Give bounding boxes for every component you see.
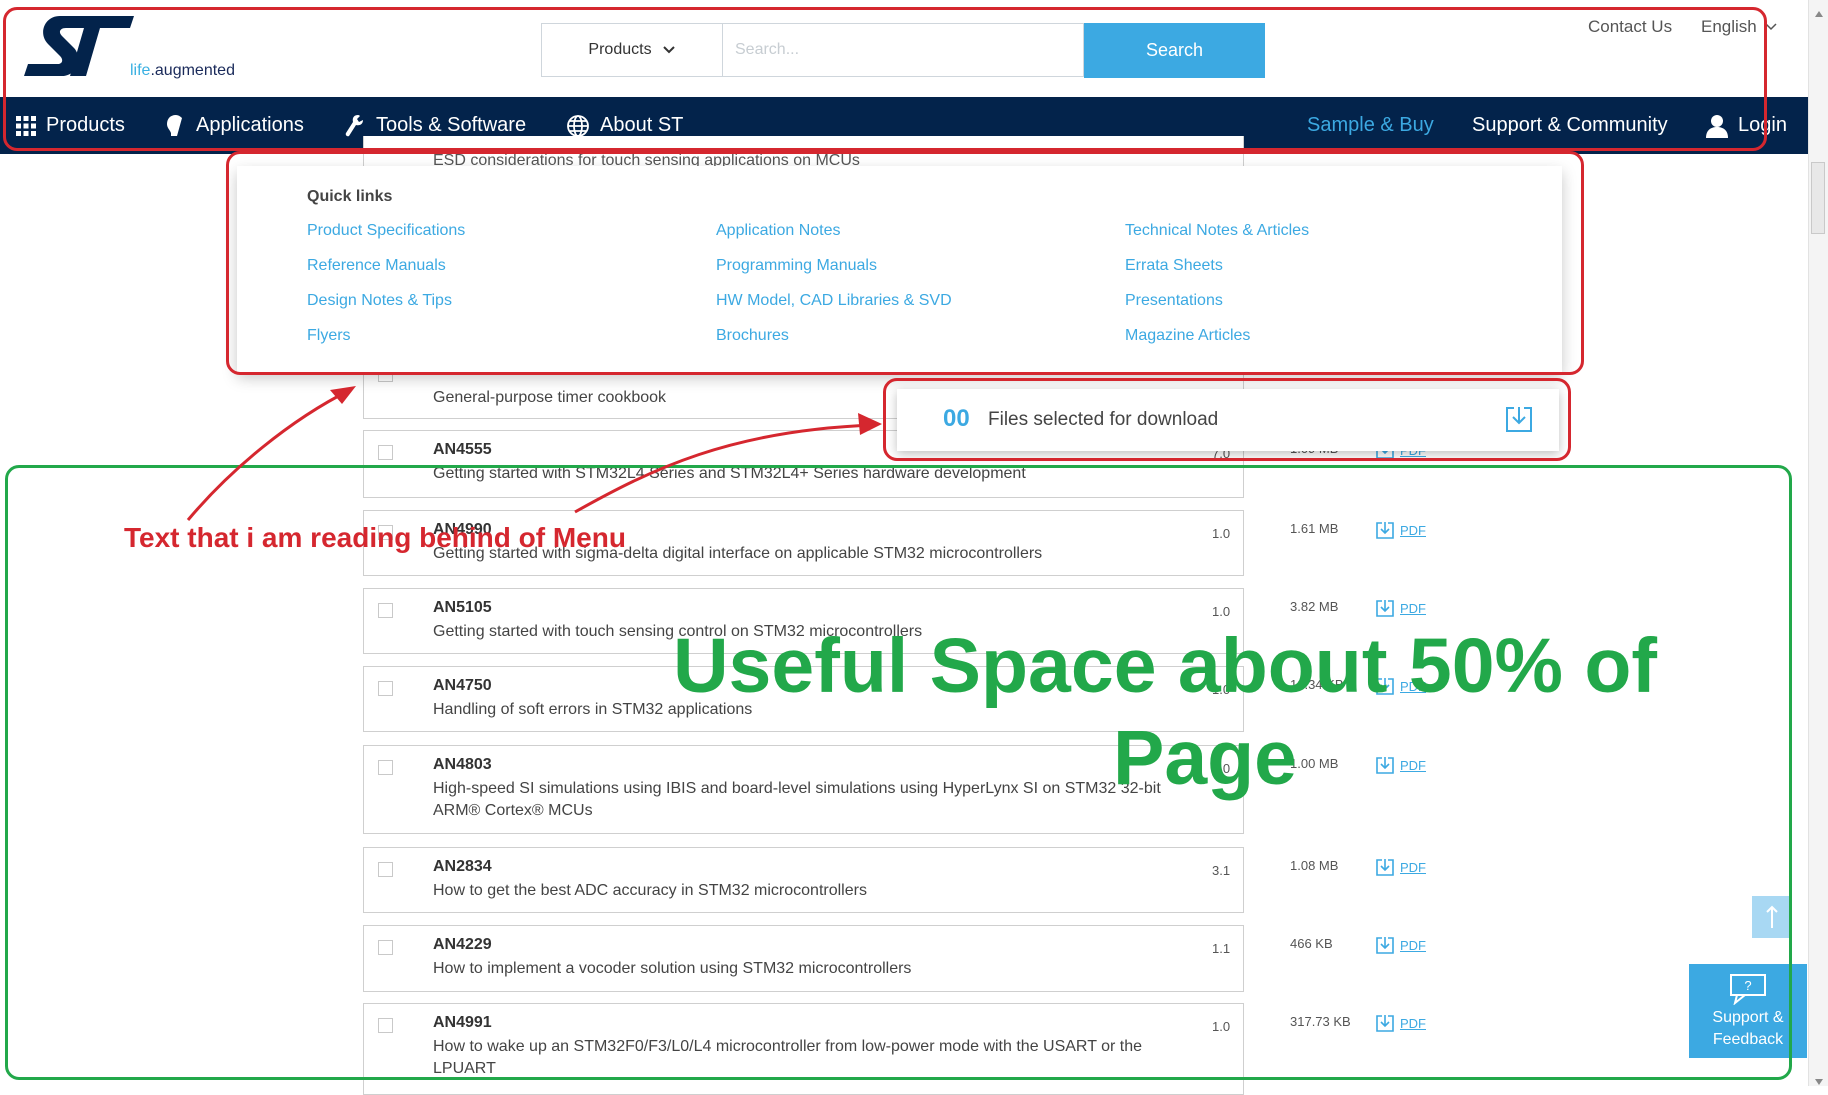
annotation-green-line1: Useful Space about 50% of: [672, 623, 1658, 709]
annotation-red-text: Text that i am reading behind of Menu: [124, 522, 626, 553]
annotation-green-text: Useful Space about 50% of Page: [640, 620, 1690, 804]
annotation-arrow-to-menu: [186, 388, 351, 521]
annotation-arrowhead-menu: [330, 386, 356, 404]
annotation-green-line2: Page: [1112, 715, 1298, 801]
annotation-arrowhead-files: [858, 413, 882, 435]
annotation-arrow-to-files: [574, 423, 876, 514]
